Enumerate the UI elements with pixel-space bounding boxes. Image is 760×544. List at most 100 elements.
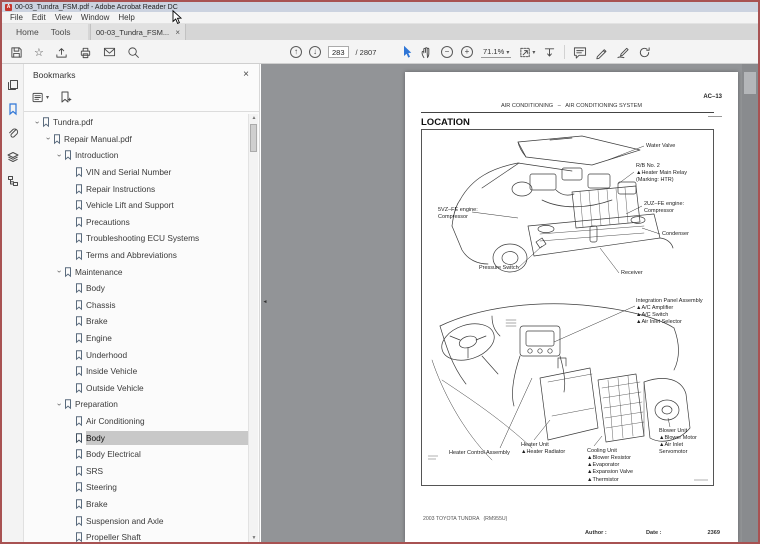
acrobat-logo-icon: A	[5, 3, 12, 11]
bookmark-label: Engine	[86, 333, 112, 344]
select-tool-icon[interactable]	[402, 45, 412, 59]
tab-home[interactable]: Home	[16, 27, 39, 37]
label-relay-block: R/B No. 2 ▲Heater Main Relay (Marking: H…	[636, 163, 687, 184]
label-condenser: Condenser	[662, 231, 689, 237]
bookmark-icon	[64, 150, 72, 161]
bookmark-item[interactable]: Terms and Abbreviations	[24, 247, 249, 264]
next-page-button[interactable]: ↓	[309, 46, 321, 58]
layers-icon[interactable]	[7, 150, 19, 162]
menu-window[interactable]: Window	[81, 13, 109, 22]
bookmark-item[interactable]: › Introduction	[24, 147, 249, 164]
page-thumbnails-icon[interactable]	[7, 78, 19, 90]
tab-tools[interactable]: Tools	[51, 27, 71, 37]
close-panel-icon[interactable]: ×	[243, 69, 249, 80]
label-heater-control: Heater Control Assembly	[449, 450, 510, 456]
pdf-page[interactable]: AC–13 AIR CONDITIONING – AIR CONDITIONIN…	[405, 72, 738, 542]
menu-view[interactable]: View	[55, 13, 72, 22]
page-total-label: / 2807	[355, 47, 377, 57]
save-icon[interactable]	[10, 46, 23, 59]
bookmark-item[interactable]: Brake	[24, 496, 249, 513]
previous-page-button[interactable]: ↑	[290, 46, 302, 58]
scroll-up-icon[interactable]: ▲	[249, 115, 259, 121]
scroll-down-icon[interactable]: ▼	[249, 535, 259, 541]
bookmark-label: Brake	[86, 498, 108, 509]
bookmarks-scrollbar[interactable]: ▲ ▼	[248, 114, 258, 542]
bookmarks-panel-icon[interactable]	[7, 102, 19, 116]
hand-tool-icon[interactable]	[420, 46, 433, 59]
bookmark-item[interactable]: SRS	[24, 462, 249, 479]
bookmark-label: Introduction	[75, 150, 119, 161]
more-tools-icon[interactable]	[638, 46, 651, 59]
bookmark-item[interactable]: Propeller Shaft	[24, 529, 249, 542]
menu-edit[interactable]: Edit	[32, 13, 46, 22]
bookmark-label: Suspension and Axle	[86, 515, 164, 526]
main-toolbar: ☆ ↑ ↓ 283 / 2807 − + 71.1% ▾ ▾	[2, 40, 758, 64]
bookmark-item[interactable]: › Preparation	[24, 396, 249, 413]
fit-page-dropdown[interactable]: ▾	[519, 46, 535, 59]
fill-sign-icon[interactable]	[616, 46, 630, 59]
bookmark-item[interactable]: Precautions	[24, 214, 249, 231]
document-scrollbar[interactable]	[742, 64, 758, 542]
bookmark-icon	[75, 250, 83, 261]
bookmarks-panel-title: Bookmarks	[33, 70, 76, 80]
zoom-out-button[interactable]: −	[441, 46, 453, 58]
bookmark-label: Terms and Abbreviations	[86, 250, 177, 261]
bookmark-item[interactable]: Inside Vehicle	[24, 363, 249, 380]
upload-icon[interactable]	[55, 46, 68, 59]
section-title: LOCATION	[421, 117, 470, 128]
bookmark-item[interactable]: Outside Vehicle	[24, 380, 249, 397]
collapse-panel-icon[interactable]: ◄	[261, 292, 269, 312]
chevron-down-icon[interactable]: ›	[55, 267, 64, 276]
pencil-icon[interactable]	[595, 46, 608, 59]
chevron-down-icon[interactable]: ›	[33, 118, 42, 127]
search-icon[interactable]	[127, 46, 140, 59]
page-scrolling-icon[interactable]	[543, 46, 556, 59]
bookmark-options-dropdown[interactable]: ▾	[32, 92, 49, 103]
bookmark-item[interactable]: › Tundra.pdf	[24, 114, 249, 131]
bookmark-item[interactable]: Underhood	[24, 346, 249, 363]
label-cooling-unit: Cooling Unit ▲Blower Resistor ▲Evaporato…	[587, 448, 634, 483]
bookmark-item[interactable]: VIN and Serial Number	[24, 164, 249, 181]
comment-icon[interactable]	[573, 46, 587, 59]
document-pane[interactable]: ◄ AC–13 AIR CONDITIONING – AIR CONDITION…	[261, 64, 758, 542]
window-title: 00-03_Tundra_FSM.pdf - Adobe Acrobat Rea…	[15, 3, 178, 11]
title-bar[interactable]: A 00-03_Tundra_FSM.pdf - Adobe Acrobat R…	[2, 2, 758, 12]
bookmark-item[interactable]: Brake	[24, 313, 249, 330]
scrollbar-thumb[interactable]	[250, 124, 257, 152]
attachments-icon[interactable]	[7, 126, 19, 138]
zoom-level-dropdown[interactable]: 71.1% ▾	[481, 47, 512, 58]
bookmark-item[interactable]: Steering	[24, 479, 249, 496]
scrollbar-thumb[interactable]	[744, 72, 756, 94]
bookmark-item[interactable]: Repair Instructions	[24, 180, 249, 197]
bookmark-item[interactable]: Chassis	[24, 297, 249, 314]
new-bookmark-icon[interactable]	[59, 91, 72, 103]
bookmark-item[interactable]: Body Electrical	[24, 446, 249, 463]
menu-file[interactable]: File	[10, 13, 23, 22]
bookmark-icon	[75, 167, 83, 178]
page-number-input[interactable]: 283	[328, 46, 349, 58]
bookmark-label: VIN and Serial Number	[86, 167, 172, 178]
email-icon[interactable]	[103, 46, 116, 58]
star-icon[interactable]: ☆	[34, 46, 44, 59]
model-tree-icon[interactable]	[7, 174, 19, 186]
chevron-down-icon[interactable]: ›	[55, 151, 64, 160]
bookmark-item-selected[interactable]: Body	[24, 429, 249, 446]
bookmark-item[interactable]: › Repair Manual.pdf	[24, 131, 249, 148]
bookmark-label: Brake	[86, 316, 108, 327]
chevron-down-icon[interactable]: ›	[44, 134, 53, 143]
bookmark-item[interactable]: Suspension and Axle	[24, 512, 249, 529]
label-water-valve: Water Valve	[646, 143, 676, 149]
bookmark-icon	[75, 217, 83, 228]
bookmark-item[interactable]: Vehicle Lift and Support	[24, 197, 249, 214]
bookmark-item[interactable]: › Maintenance	[24, 263, 249, 280]
bookmark-icon	[75, 183, 83, 194]
zoom-in-button[interactable]: +	[461, 46, 473, 58]
bookmark-item[interactable]: Troubleshooting ECU Systems	[24, 230, 249, 247]
print-icon[interactable]	[79, 46, 92, 59]
bookmark-item[interactable]: Engine	[24, 330, 249, 347]
menu-help[interactable]: Help	[118, 13, 134, 22]
bookmark-item[interactable]: Body	[24, 280, 249, 297]
chevron-down-icon[interactable]: ›	[55, 400, 64, 409]
bookmark-icon	[64, 266, 72, 277]
bookmark-item[interactable]: Air Conditioning	[24, 413, 249, 430]
